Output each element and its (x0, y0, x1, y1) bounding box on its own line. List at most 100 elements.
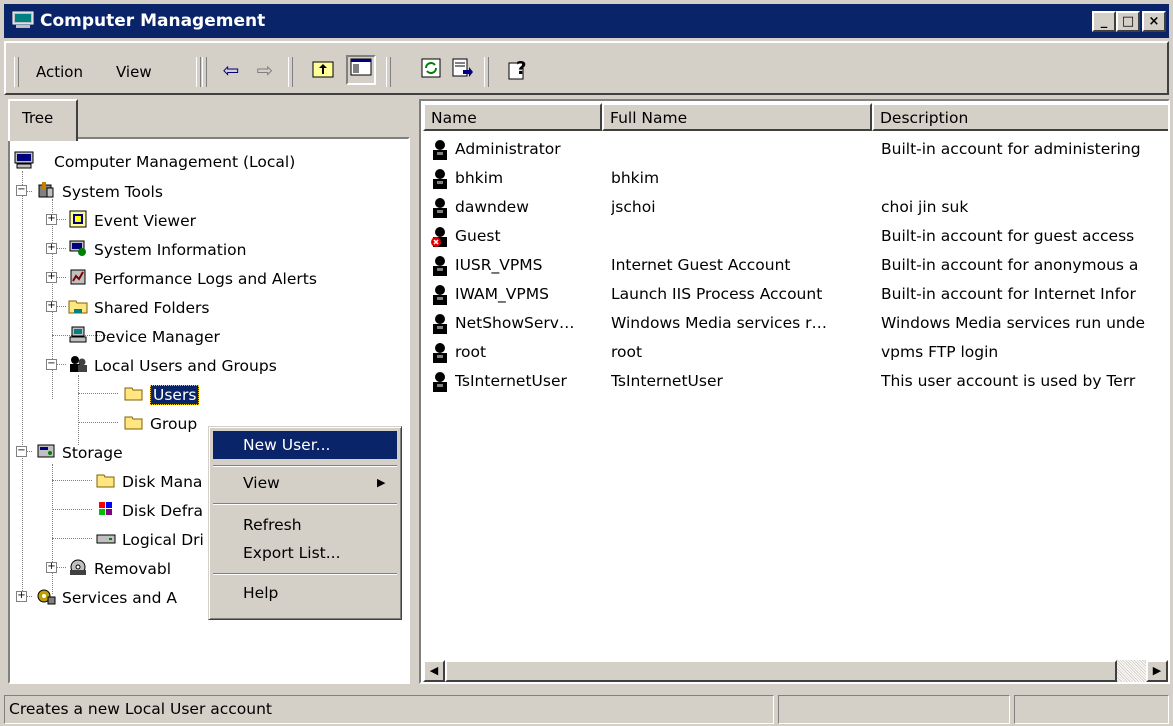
user-icon (433, 372, 447, 392)
services-icon (37, 589, 56, 605)
help-icon[interactable]: ? (506, 57, 532, 83)
up-folder-icon[interactable] (310, 57, 336, 83)
refresh-icon[interactable] (418, 57, 444, 83)
export-list-icon[interactable] (450, 57, 476, 83)
scroll-right-button[interactable]: ▶ (1146, 660, 1168, 682)
menu-item-new-user[interactable]: New User... (213, 431, 397, 459)
tree-item-event-viewer[interactable]: Event Viewer (94, 210, 196, 232)
tree-item-disk-management[interactable]: Disk Mana (122, 471, 202, 493)
user-icon (433, 343, 447, 363)
table-row[interactable]: NetShowServ… Windows Media services r… Win… (427, 309, 1168, 338)
minimize-button[interactable]: _ (1092, 11, 1116, 32)
toolbar: Action View ⇦ ⇨ ? (4, 41, 1169, 95)
horizontal-scrollbar[interactable]: ◀ ▶ (423, 660, 1168, 682)
tab-tree[interactable]: Tree (8, 99, 78, 141)
cell-name: dawndew (455, 198, 529, 216)
table-row[interactable]: dawndew jschoi choi jin suk (427, 193, 1168, 222)
toolbar-grip[interactable] (196, 57, 201, 87)
event-viewer-icon (69, 210, 87, 228)
tree-item-root[interactable]: Computer Management (Local) (54, 151, 295, 173)
cell-name: IWAM_VPMS (455, 285, 549, 303)
tree-item-services-applications[interactable]: Services and A (62, 587, 177, 609)
show-hide-tree-icon[interactable] (346, 55, 376, 85)
cell-full-name: root (611, 343, 643, 361)
cell-name: Guest (455, 227, 501, 245)
column-header-description[interactable]: Description (872, 103, 1168, 131)
user-list[interactable]: Name Full Name Description Administrator… (419, 99, 1170, 684)
folder-open-icon (124, 387, 143, 401)
tree-item-logical-drives[interactable]: Logical Dri (122, 529, 204, 551)
toolbar-grip[interactable] (14, 57, 19, 87)
tree-item-local-users-groups[interactable]: Local Users and Groups (94, 355, 277, 377)
tree-item-users-label: Users (150, 385, 200, 405)
table-row[interactable]: root root vpms FTP login (427, 338, 1168, 367)
close-button[interactable]: × (1142, 11, 1166, 32)
expand-icon[interactable]: + (46, 272, 57, 283)
expand-icon[interactable]: + (46, 301, 57, 312)
tree-item-storage[interactable]: Storage (62, 442, 123, 464)
collapse-icon[interactable]: − (16, 446, 27, 457)
tree-item-performance-logs[interactable]: Performance Logs and Alerts (94, 268, 317, 290)
menu-item-new-user-label: New User... (243, 436, 331, 454)
cell-name: TsInternetUser (455, 372, 567, 390)
removable-storage-icon (70, 559, 86, 575)
tree-item-removable-storage[interactable]: Removabl (94, 558, 171, 580)
maximize-icon: □ (1121, 14, 1135, 29)
window-title: Computer Management (40, 11, 266, 31)
back-icon[interactable]: ⇦ (218, 57, 244, 83)
cell-description: Built-in account for administering (881, 140, 1141, 158)
cell-description: Windows Media services run unde (881, 314, 1146, 332)
tree-item-users[interactable]: Users (150, 384, 200, 406)
collapse-icon[interactable]: − (46, 359, 57, 370)
cell-description: vpms FTP login (881, 343, 999, 361)
scroll-thumb[interactable] (445, 660, 1117, 682)
menu-view[interactable]: View (116, 63, 152, 81)
title-bar[interactable]: Computer Management _ □ × (4, 4, 1169, 38)
tree-item-device-manager[interactable]: Device Manager (94, 326, 220, 348)
expand-icon[interactable]: + (46, 562, 57, 573)
table-row[interactable]: IUSR_VPMS Internet Guest Account Built-in … (427, 251, 1168, 280)
scroll-left-button[interactable]: ◀ (423, 660, 445, 682)
maximize-button[interactable]: □ (1116, 11, 1140, 32)
context-menu: New User... View ▶ Refresh Export List...… (208, 426, 402, 620)
menu-item-help[interactable]: Help (213, 579, 397, 607)
expand-icon[interactable]: + (46, 214, 57, 225)
cell-description: Built-in account for anonymous a (881, 256, 1139, 274)
folder-icon (124, 416, 143, 430)
menu-item-refresh[interactable]: Refresh (213, 511, 397, 539)
menu-action[interactable]: Action (36, 63, 83, 81)
submenu-arrow-icon: ▶ (377, 476, 386, 489)
tree-item-groups[interactable]: Group (150, 413, 197, 435)
menu-item-export-list[interactable]: Export List... (213, 539, 397, 567)
column-header-name[interactable]: Name (423, 103, 602, 131)
toolbar-grip[interactable] (202, 57, 207, 87)
tab-tree-label: Tree (22, 109, 54, 127)
performance-icon (70, 269, 86, 285)
expand-icon[interactable]: + (16, 591, 27, 602)
table-row[interactable]: Guest Built-in account for guest access (427, 222, 1168, 251)
scroll-track[interactable] (1117, 660, 1146, 682)
column-header-full-name[interactable]: Full Name (602, 103, 872, 131)
tree-item-shared-folders[interactable]: Shared Folders (94, 297, 209, 319)
user-icon (433, 169, 447, 189)
tree-item-system-information[interactable]: System Information (94, 239, 246, 261)
device-manager-icon (69, 326, 87, 343)
menu-separator (213, 503, 397, 505)
table-row[interactable]: bhkim bhkim (427, 164, 1168, 193)
forward-icon[interactable]: ⇨ (252, 57, 278, 83)
tree-item-disk-defragmenter[interactable]: Disk Defra (122, 500, 203, 522)
expand-icon[interactable]: + (46, 243, 57, 254)
table-row[interactable]: TsInternetUser TsInternetUser This user ac… (427, 367, 1168, 396)
menu-separator (213, 465, 397, 467)
column-header-name-label: Name (431, 109, 477, 127)
toolbar-separator (386, 57, 391, 87)
menu-item-view[interactable]: View ▶ (213, 469, 397, 497)
table-row[interactable]: Administrator Built-in account for admini… (427, 135, 1168, 164)
user-icon (433, 314, 447, 334)
table-row[interactable]: IWAM_VPMS Launch IIS Process Account Built… (427, 280, 1168, 309)
collapse-icon[interactable]: − (16, 185, 27, 196)
user-icon (433, 198, 447, 218)
status-bar-panel (1014, 695, 1169, 724)
tree-item-system-tools[interactable]: System Tools (62, 181, 163, 203)
drive-icon (96, 534, 116, 544)
